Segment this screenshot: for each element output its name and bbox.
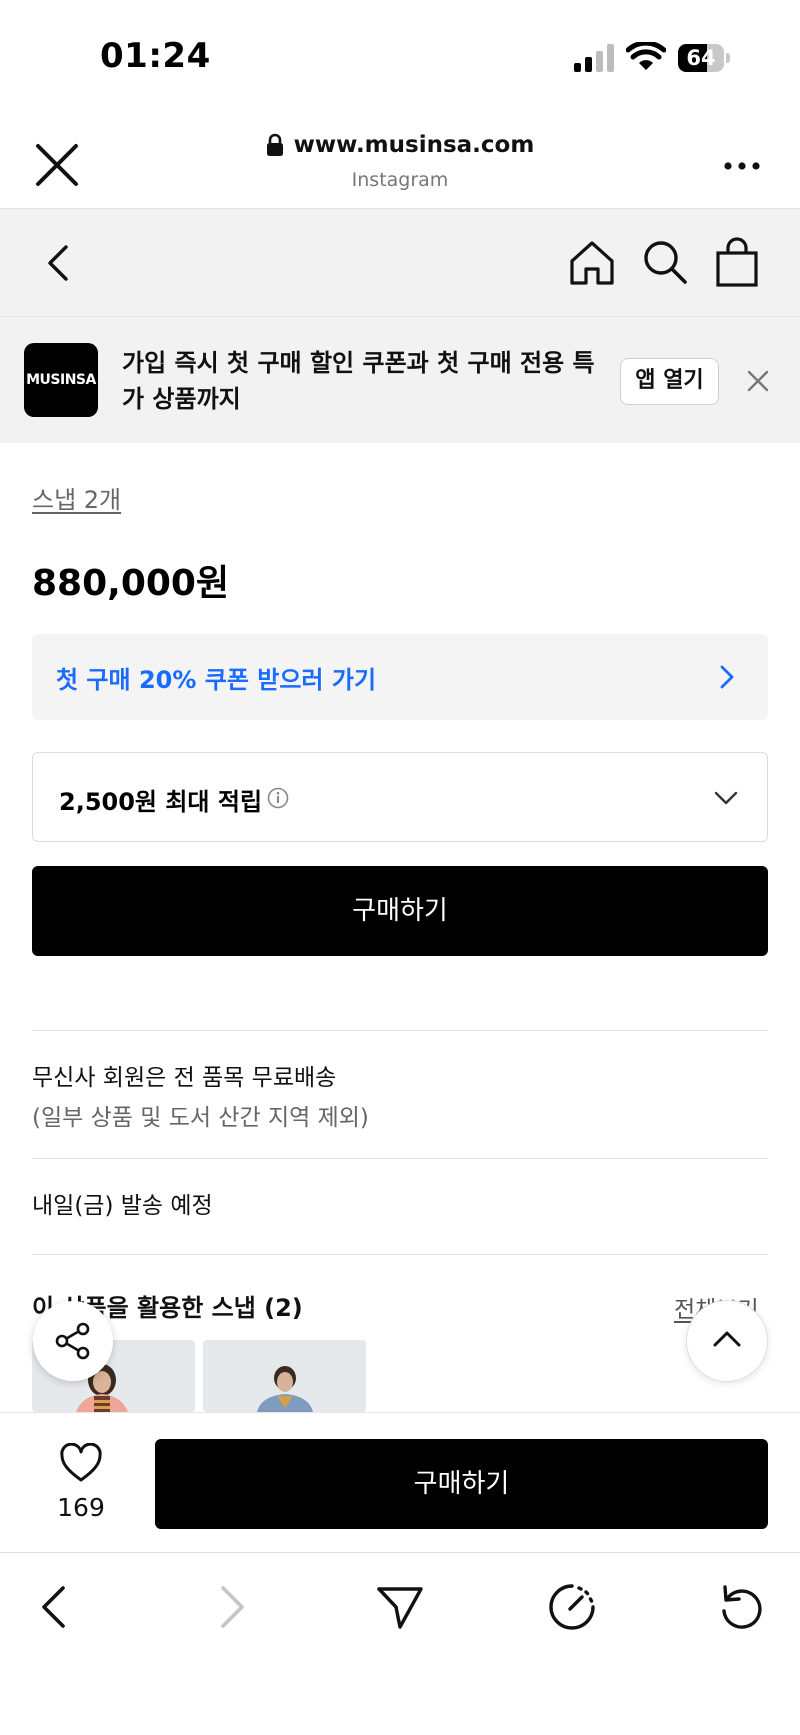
more-options-icon[interactable] xyxy=(722,160,762,172)
url-area: www.musinsa.com Instagram xyxy=(0,132,800,191)
battery-icon: 64 xyxy=(678,44,730,72)
points-text: 2,500원 최대 적립 xyxy=(59,788,263,816)
shipping-info: 무신사 회원은 전 품목 무료배송 xyxy=(32,1065,337,1091)
cellular-signal-icon xyxy=(574,44,614,72)
send-icon[interactable] xyxy=(374,1581,426,1633)
coupon-text: 첫 구매 20% 쿠폰 받으러 가기 xyxy=(56,666,377,694)
dispatch-schedule: 내일(금) 발송 예정 xyxy=(32,1193,213,1219)
in-app-browser-header: www.musinsa.com Instagram xyxy=(0,118,800,208)
divider xyxy=(32,1158,768,1159)
buy-button[interactable]: 구매하기 xyxy=(32,866,768,956)
snap-count-link[interactable]: 스냅 2개 xyxy=(32,480,121,515)
close-banner-icon[interactable] xyxy=(746,369,770,393)
banner-message: 가입 즉시 첫 구매 할인 쿠폰과 첫 구매 전용 특가 상품까지 xyxy=(122,349,595,413)
snap-photo-2 xyxy=(203,1340,366,1412)
divider xyxy=(32,1030,768,1031)
share-button[interactable] xyxy=(33,1301,113,1381)
url-text: www.musinsa.com xyxy=(293,132,535,158)
lock-icon xyxy=(266,133,283,156)
browser-back-icon[interactable] xyxy=(30,1581,82,1633)
shopping-bag-icon[interactable] xyxy=(715,237,759,287)
browser-forward-icon[interactable] xyxy=(204,1581,256,1633)
chevron-up-icon xyxy=(713,1331,741,1347)
product-price: 880,000원 xyxy=(32,563,230,604)
bottom-purchase-bar: 169 구매하기 xyxy=(0,1412,800,1552)
reload-icon[interactable] xyxy=(716,1581,768,1633)
speedometer-icon[interactable] xyxy=(546,1581,598,1633)
first-purchase-coupon-banner[interactable]: 첫 구매 20% 쿠폰 받으러 가기 xyxy=(32,634,768,720)
status-bar: 01:24 64 xyxy=(0,0,800,118)
source-app-label: Instagram xyxy=(351,169,449,191)
like-count: 169 xyxy=(57,1493,105,1522)
shipping-exception-note: (일부 상품 및 도서 산간 지역 제외) xyxy=(32,1105,369,1131)
points-dropdown[interactable]: 2,500원 최대 적립 xyxy=(32,752,768,842)
status-time: 01:24 xyxy=(100,36,211,76)
chevron-down-icon xyxy=(714,791,738,805)
battery-level-text: 64 xyxy=(686,46,716,70)
site-nav-bar xyxy=(0,208,800,316)
search-icon[interactable] xyxy=(642,239,688,285)
info-icon[interactable] xyxy=(267,787,289,809)
bottom-buy-button[interactable]: 구매하기 xyxy=(155,1439,768,1529)
browser-toolbar xyxy=(0,1552,800,1735)
snap-thumbnail[interactable] xyxy=(203,1340,366,1412)
scroll-to-top-button[interactable] xyxy=(686,1300,768,1382)
wifi-icon xyxy=(626,42,666,70)
musinsa-logo: MUSINSA xyxy=(24,343,98,417)
open-app-button[interactable]: 앱 열기 xyxy=(620,358,719,405)
back-arrow-icon[interactable] xyxy=(40,243,76,283)
share-icon xyxy=(55,1322,90,1360)
heart-icon[interactable] xyxy=(59,1443,103,1483)
chevron-right-icon xyxy=(720,665,734,689)
divider xyxy=(32,1254,768,1255)
home-icon[interactable] xyxy=(568,239,616,287)
app-install-banner: MUSINSA 가입 즉시 첫 구매 할인 쿠폰과 첫 구매 전용 특가 상품까… xyxy=(0,316,800,443)
